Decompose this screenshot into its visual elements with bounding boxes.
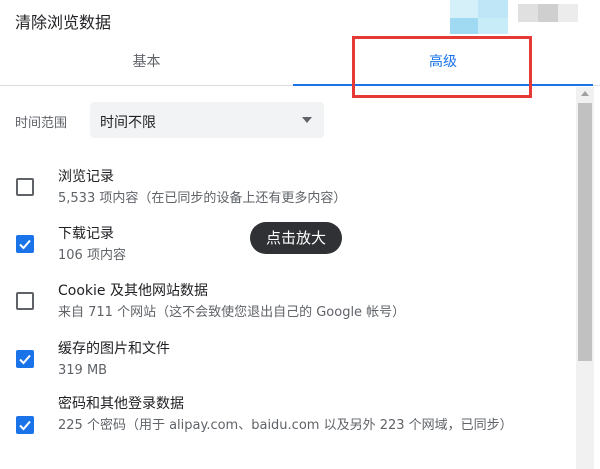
blurred-avatar xyxy=(440,0,590,34)
checkbox-cookies[interactable] xyxy=(16,292,34,310)
checkmark-icon xyxy=(19,420,31,431)
checkmark-icon xyxy=(19,239,31,250)
scrollbar[interactable] xyxy=(576,87,594,469)
item-title: 下载记录 xyxy=(58,226,114,242)
zoom-tooltip[interactable]: 点击放大 xyxy=(250,222,342,254)
tab-basic[interactable]: 基本 xyxy=(0,38,293,86)
item-title: 浏览记录 xyxy=(58,169,114,185)
checkbox-browsing-history[interactable] xyxy=(16,178,34,196)
item-title: 密码和其他登录数据 xyxy=(58,396,184,412)
time-range-value: 时间不限 xyxy=(100,115,156,131)
item-subtitle: 319 MB xyxy=(58,363,108,378)
settings-content: 时间范围 时间不限 浏览记录 5,533 项内容（在已同步的设备上还有更多内容）… xyxy=(0,87,576,469)
checkmark-icon xyxy=(19,354,31,365)
time-range-label: 时间范围 xyxy=(15,116,68,131)
item-title: 缓存的图片和文件 xyxy=(58,341,170,357)
scroll-up-icon[interactable] xyxy=(581,91,589,96)
item-subtitle: 5,533 项内容（在已同步的设备上还有更多内容） xyxy=(58,191,347,206)
item-subtitle: 225 个密码（用于 alipay.com、baidu.com 以及另外 223… xyxy=(58,418,513,433)
time-range-select[interactable]: 时间不限 xyxy=(90,102,324,138)
chevron-down-icon xyxy=(302,117,312,123)
item-subtitle: 来自 711 个网站（这不会致使您退出自己的 Google 帐号） xyxy=(58,305,406,320)
dialog-title: 清除浏览数据 xyxy=(15,13,112,32)
checkbox-passwords[interactable] xyxy=(16,416,34,434)
scrollbar-thumb[interactable] xyxy=(578,103,592,361)
item-title: Cookie 及其他网站数据 xyxy=(58,283,208,299)
checkbox-cached-images[interactable] xyxy=(16,350,34,368)
checkbox-download-history[interactable] xyxy=(16,235,34,253)
